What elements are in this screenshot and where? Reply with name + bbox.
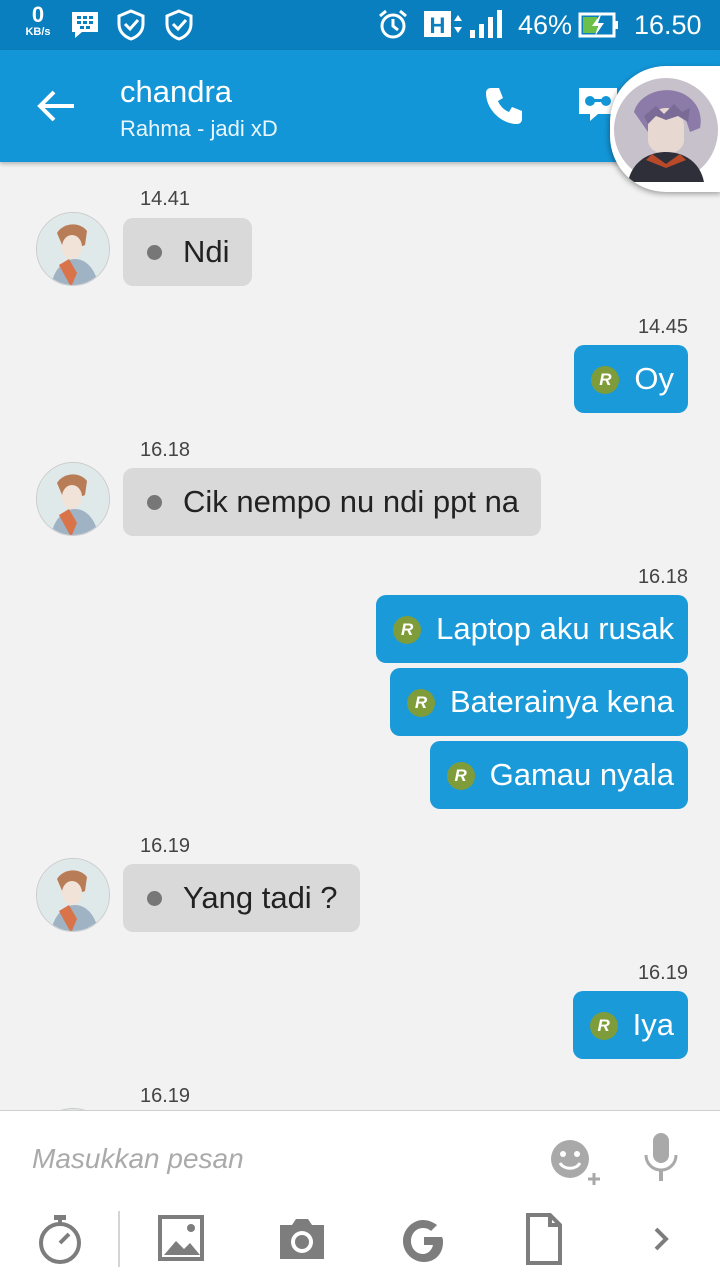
message-text: Iya (632, 1007, 674, 1042)
network-type-label: H (430, 13, 446, 38)
read-receipt-icon: R (589, 1012, 618, 1040)
message-timestamp: 14.41 (140, 188, 191, 210)
shield-check-icon (117, 9, 145, 41)
signal-icon (470, 10, 502, 38)
h-network-icon: H (424, 10, 502, 38)
microphone-icon[interactable] (642, 1131, 680, 1183)
unread-dot-icon (147, 891, 162, 906)
incoming-message[interactable]: Ndi (123, 218, 252, 286)
sender-avatar[interactable] (36, 462, 110, 536)
message-composer (0, 1110, 720, 1280)
back-arrow-icon[interactable] (34, 86, 78, 126)
unread-dot-icon (147, 245, 162, 260)
status-bar: 0 KB/s H 46% 16.50 (0, 0, 720, 50)
outgoing-message[interactable]: R Baterainya kena (389, 668, 688, 736)
unread-dot-icon (147, 495, 162, 510)
timer-icon[interactable] (36, 1211, 84, 1267)
message-text: Oy (634, 361, 674, 396)
chat-status-message: Rahma - jadi xD (120, 116, 278, 141)
outgoing-message[interactable]: R Iya (572, 991, 688, 1059)
bbm-notification-icon (72, 12, 98, 38)
clock: 16.50 (634, 10, 702, 40)
message-text: Cik nempo nu ndi ppt na (183, 484, 520, 519)
message-text: Gamau nyala (489, 757, 674, 792)
gallery-icon[interactable] (158, 1211, 204, 1267)
message-text: Laptop aku rusak (436, 611, 674, 646)
network-speed-value: 0 (31, 2, 45, 27)
incoming-message[interactable]: Cik nempo nu ndi ppt na (123, 468, 542, 536)
message-text: Baterainya kena (449, 684, 674, 719)
phone-call-icon[interactable] (482, 84, 526, 128)
outgoing-message[interactable]: R Oy (574, 345, 688, 413)
message-timestamp: 16.18 (637, 566, 688, 588)
message-timestamp: 16.18 (140, 439, 191, 461)
toolbar-divider (118, 1211, 120, 1267)
battery-percentage: 46% (518, 10, 573, 40)
battery-charging-icon (578, 12, 618, 38)
google-icon[interactable] (400, 1211, 448, 1267)
outgoing-message[interactable]: R Gamau nyala (429, 741, 688, 809)
message-text: Ndi (183, 234, 230, 269)
camera-icon[interactable] (276, 1211, 328, 1267)
sender-avatar[interactable] (36, 212, 110, 286)
network-speed: 0 KB/s (16, 4, 60, 38)
sender-avatar[interactable] (36, 858, 110, 932)
network-speed-unit: KB/s (25, 26, 51, 38)
alarm-icon (379, 9, 407, 39)
message-timestamp: 16.19 (637, 962, 688, 984)
read-receipt-icon: R (591, 366, 620, 394)
incoming-message[interactable]: Yang tadi ? (123, 864, 360, 932)
chat-title[interactable]: chandra (120, 74, 232, 110)
shield-check-icon (165, 9, 193, 41)
message-timestamp: 16.19 (140, 1085, 191, 1107)
message-timestamp: 14.45 (637, 316, 688, 338)
message-input[interactable] (32, 1139, 512, 1179)
outgoing-message[interactable]: R Laptop aku rusak (376, 595, 688, 663)
contact-profile-picture[interactable] (610, 66, 720, 192)
chevron-right-icon[interactable] (650, 1211, 674, 1267)
message-timestamp: 16.19 (140, 835, 191, 857)
read-receipt-icon: R (393, 616, 422, 644)
read-receipt-icon: R (406, 689, 435, 717)
read-receipt-icon: R (446, 762, 475, 790)
message-text: Yang tadi ? (183, 880, 338, 915)
document-icon[interactable] (524, 1211, 564, 1267)
emoji-add-icon[interactable] (548, 1135, 606, 1187)
message-list[interactable]: 14.41 Ndi 14.45 R Oy 16.18 Cik nempo nu n… (0, 162, 720, 1110)
